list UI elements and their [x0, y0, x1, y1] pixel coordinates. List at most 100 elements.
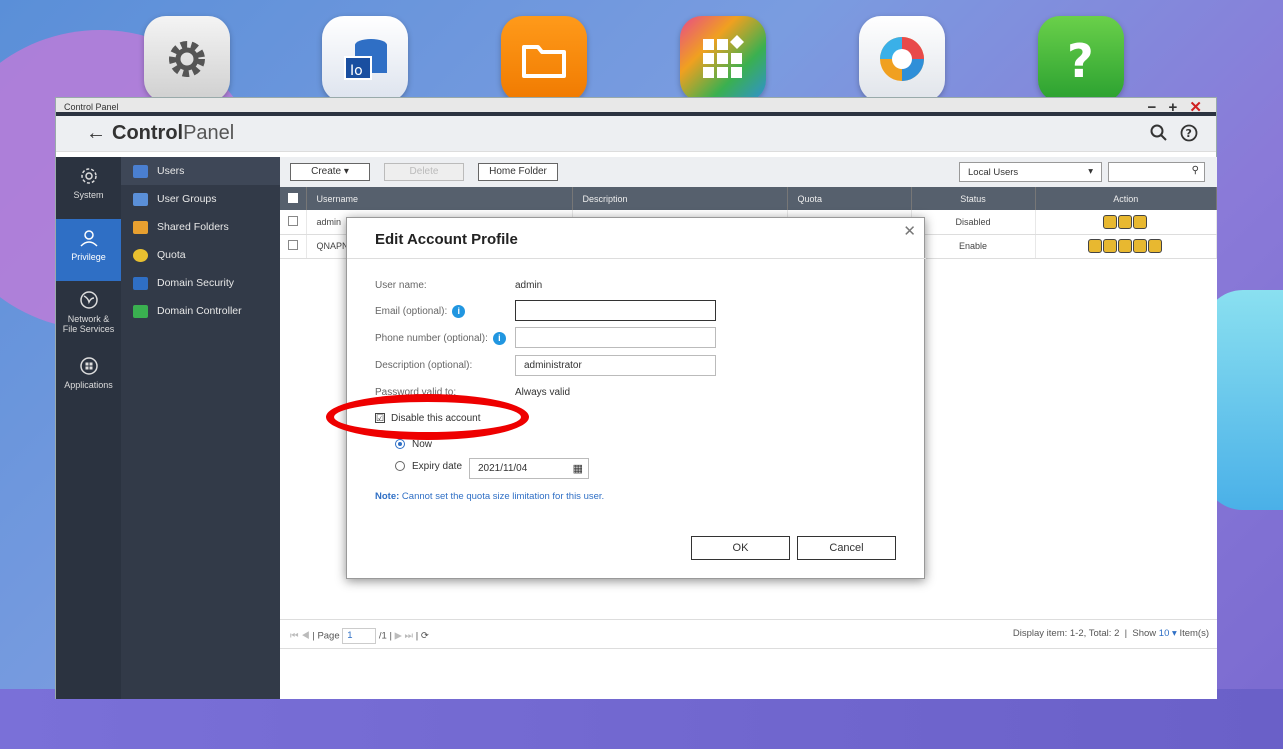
sidebar-item-domain-controller[interactable]: Domain Controller	[121, 297, 280, 325]
sidebar-item-shared-folders[interactable]: Shared Folders	[121, 213, 280, 241]
groups-icon[interactable]	[1118, 214, 1133, 229]
info-icon[interactable]: i	[492, 332, 506, 345]
disable-account-checkbox[interactable]: ☑ Disable this account	[375, 413, 481, 424]
description-field[interactable]: administrator	[515, 355, 716, 376]
display-count: Display item: 1-2, Total: 2	[1012, 628, 1120, 639]
window-titlebar[interactable]: Control Panel − + ✕	[56, 98, 1216, 116]
storage-icon[interactable]: Io	[322, 16, 408, 102]
svg-text:Io: Io	[350, 63, 363, 79]
rail-item-network[interactable]: Network & File Services	[56, 281, 121, 347]
username-label: User name:	[375, 280, 427, 291]
quota-note: Note: Cannot set the quota size limitati…	[375, 491, 605, 502]
ok-button[interactable]: OK	[691, 536, 790, 560]
expiry-date-input[interactable]: 2021/11/04 ▦	[469, 458, 589, 479]
email-label: Email (optional): i	[375, 305, 466, 318]
chevron-down-icon: ▾	[1088, 166, 1093, 177]
shared-folder-icon	[133, 220, 148, 234]
svg-text:?: ?	[1067, 34, 1094, 88]
search-icon[interactable]	[1150, 124, 1168, 145]
chevron-down-icon[interactable]: ▾	[1172, 628, 1177, 639]
create-button[interactable]: Create ▾	[290, 163, 370, 181]
expiry-date-radio[interactable]: Expiry date	[395, 461, 462, 472]
row-checkbox[interactable]	[280, 210, 307, 235]
maximize-button[interactable]: +	[1168, 99, 1181, 116]
svg-text:?: ?	[1186, 127, 1192, 140]
apps-icon[interactable]	[1148, 239, 1163, 253]
col-username[interactable]: Username	[306, 187, 573, 210]
search-icon: ⚲	[1191, 165, 1199, 176]
status-cell: Enable	[911, 234, 1036, 259]
close-icon[interactable]: ✕	[903, 222, 916, 240]
toolbar: Create ▾ Delete Home Folder Local Users ▾…	[280, 157, 1217, 187]
grid-icon	[79, 357, 98, 375]
action-cell	[1035, 234, 1217, 259]
dialog-title: Edit Account Profile	[375, 231, 518, 248]
col-status[interactable]: Status	[911, 187, 1036, 210]
edit-icon[interactable]	[1103, 239, 1118, 253]
app-center-icon[interactable]	[680, 16, 766, 102]
permission-icon[interactable]	[1133, 214, 1148, 229]
home-folder-button[interactable]: Home Folder	[478, 163, 558, 181]
row-checkbox[interactable]	[280, 234, 307, 259]
control-panel-gear-icon[interactable]	[144, 16, 230, 102]
last-page-icon[interactable]: ⏭	[405, 631, 414, 642]
next-page-icon[interactable]: ▶	[395, 631, 402, 642]
prev-page-icon[interactable]: ◀	[301, 631, 309, 642]
delete-button[interactable]: Delete	[384, 163, 464, 181]
helpdesk-icon[interactable]	[859, 16, 945, 102]
sidebar-item-user-groups[interactable]: User Groups	[121, 185, 280, 213]
select-all-checkbox[interactable]	[280, 187, 307, 210]
sidebar-item-users[interactable]: Users	[121, 157, 280, 185]
app-title: ControlPanel	[112, 122, 235, 144]
user-search-input[interactable]: ⚲	[1108, 162, 1205, 182]
user-type-select[interactable]: Local Users ▾	[959, 162, 1102, 182]
items-label: Item(s)	[1179, 628, 1209, 639]
minimize-button[interactable]: −	[1148, 99, 1161, 116]
rail-item-privilege[interactable]: Privilege	[56, 219, 121, 281]
page-size-select[interactable]: 10	[1159, 628, 1170, 639]
first-page-icon[interactable]: ⏮	[290, 631, 299, 642]
privilege-subnav: Users User Groups Shared Folders Quota D…	[121, 157, 280, 699]
refresh-icon[interactable]: ⟳	[421, 631, 429, 642]
password-valid-value: Always valid	[515, 387, 571, 398]
col-quota[interactable]: Quota	[787, 187, 912, 210]
password-icon[interactable]	[1088, 239, 1103, 253]
calendar-icon[interactable]: ▦	[573, 462, 583, 475]
edit-account-dialog: Edit Account Profile ✕ User name: admin …	[346, 217, 926, 579]
rail-item-system[interactable]: System	[56, 157, 121, 219]
quota-icon	[133, 248, 148, 262]
info-icon[interactable]: i	[452, 305, 466, 318]
permission-icon[interactable]	[1133, 239, 1148, 253]
sidebar-item-quota[interactable]: Quota	[121, 241, 280, 269]
sidebar-item-domain-security[interactable]: Domain Security	[121, 269, 280, 297]
checkbox-checked-icon[interactable]: ☑	[375, 413, 385, 424]
cancel-button[interactable]: Cancel	[797, 536, 896, 560]
page-input[interactable]: 1	[342, 628, 377, 644]
help-icon[interactable]: ?	[1038, 16, 1124, 102]
action-cell	[1035, 210, 1217, 235]
col-action: Action	[1035, 187, 1217, 210]
description-label: Description (optional):	[375, 360, 473, 371]
edit-icon[interactable]	[1103, 214, 1118, 229]
close-button[interactable]: ✕	[1189, 99, 1206, 116]
disable-account-label: Disable this account	[391, 413, 481, 424]
divider	[347, 258, 926, 259]
category-rail: System Privilege Network & File Services…	[56, 157, 121, 699]
back-arrow-icon[interactable]: ←	[86, 122, 106, 145]
username-value: admin	[515, 280, 543, 291]
domain-security-icon	[133, 276, 148, 290]
now-radio[interactable]: Now	[395, 439, 432, 450]
gear-icon	[80, 168, 97, 184]
col-description[interactable]: Description	[572, 187, 788, 210]
rail-item-applications[interactable]: Applications	[56, 347, 121, 409]
phone-field[interactable]	[515, 327, 716, 348]
radio-unselected-icon[interactable]	[395, 461, 405, 472]
radio-selected-icon[interactable]	[395, 439, 405, 450]
email-field[interactable]	[515, 300, 716, 321]
groups-icon[interactable]	[1118, 239, 1133, 253]
window-title: Control Panel	[64, 102, 119, 112]
domain-controller-icon	[133, 304, 148, 318]
phone-label: Phone number (optional): i	[375, 332, 506, 345]
help-circle-icon[interactable]: ?	[1180, 124, 1198, 145]
file-station-folder-icon[interactable]	[501, 16, 587, 102]
